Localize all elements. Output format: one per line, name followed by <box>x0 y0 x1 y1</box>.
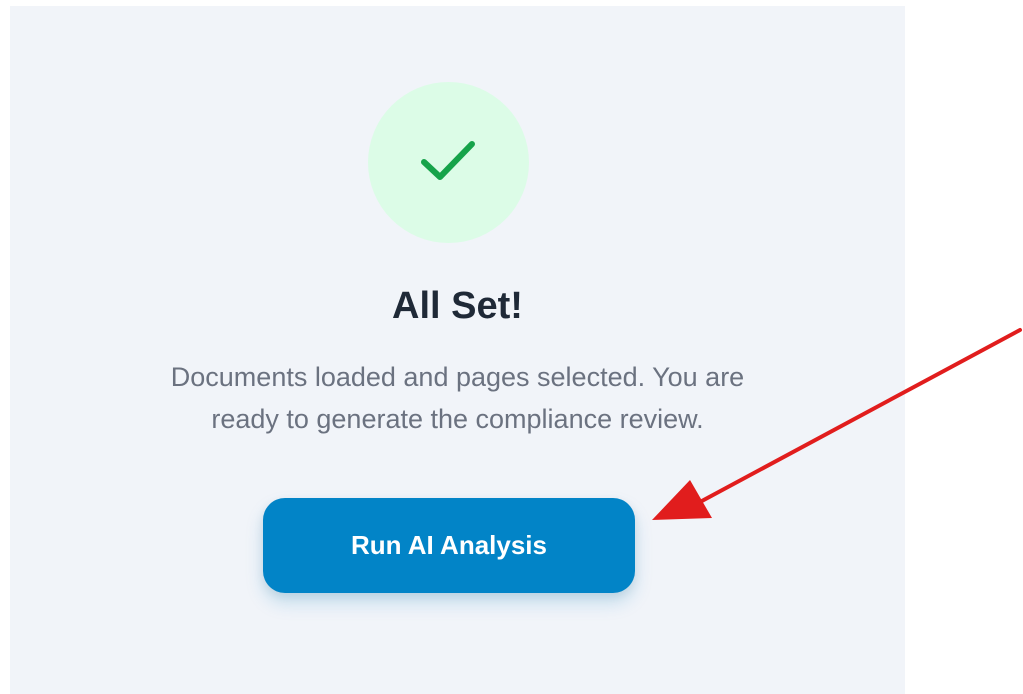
check-icon <box>421 141 475 180</box>
page: All Set! Documents loaded and pages sele… <box>0 0 1023 694</box>
annotation-arrow-icon <box>652 328 1022 520</box>
success-badge <box>368 82 529 243</box>
run-ai-analysis-button[interactable]: Run AI Analysis <box>263 498 635 593</box>
